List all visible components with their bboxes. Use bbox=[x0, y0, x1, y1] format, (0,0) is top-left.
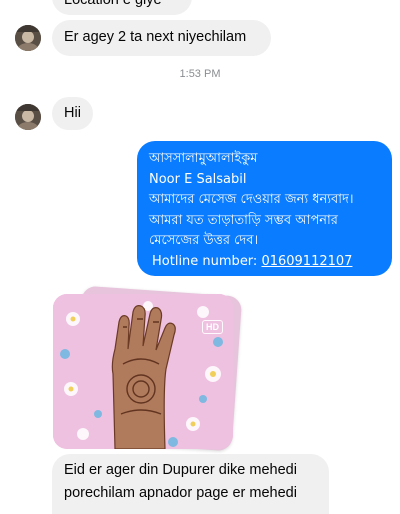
message-text: Er agey 2 ta next niyechilam bbox=[64, 29, 247, 45]
message-text: Location e giye bbox=[64, 0, 162, 8]
hd-badge: HD bbox=[202, 320, 223, 334]
message-line: আসসালামুআলাইকুম bbox=[149, 151, 258, 166]
message-timestamp: 1:53 PM bbox=[179, 68, 221, 80]
message-line: আমাদের মেসেজ দেওয়ার জন্য ধন্যবাদ। bbox=[149, 192, 354, 207]
hotline-phone-link[interactable]: 01609112107 bbox=[261, 254, 352, 269]
message-text: Hii bbox=[64, 105, 81, 121]
message-bubble-incoming[interactable]: Hii bbox=[52, 97, 93, 130]
message-bubble-partial[interactable]: Location e giye bbox=[52, 0, 192, 15]
message-line: Noor E Salsabil bbox=[149, 171, 247, 187]
mehedi-hand-photo[interactable]: HD bbox=[53, 294, 233, 449]
contact-avatar[interactable] bbox=[15, 25, 41, 51]
message-line: মেসেজের উত্তর দেব। bbox=[149, 233, 259, 248]
message-text: porechilam apnador page er mehedi bbox=[64, 485, 297, 501]
message-bubble-outgoing[interactable]: আসসালামুআলাইকুম Noor E Salsabil আমাদের ম… bbox=[137, 141, 392, 276]
photo-attachment[interactable]: HD bbox=[53, 285, 243, 452]
message-bubble-incoming[interactable]: Er agey 2 ta next niyechilam bbox=[52, 20, 271, 56]
contact-avatar[interactable] bbox=[15, 104, 41, 130]
hotline-label: Hotline number: bbox=[152, 253, 258, 269]
message-text: Eid er ager din Dupurer dike mehedi bbox=[64, 462, 297, 478]
message-bubble-incoming[interactable]: Eid er ager din Dupurer dike mehedi pore… bbox=[52, 454, 329, 514]
message-line: আমরা যত তাড়াতাড়ি সম্ভব আপনার bbox=[149, 212, 338, 228]
